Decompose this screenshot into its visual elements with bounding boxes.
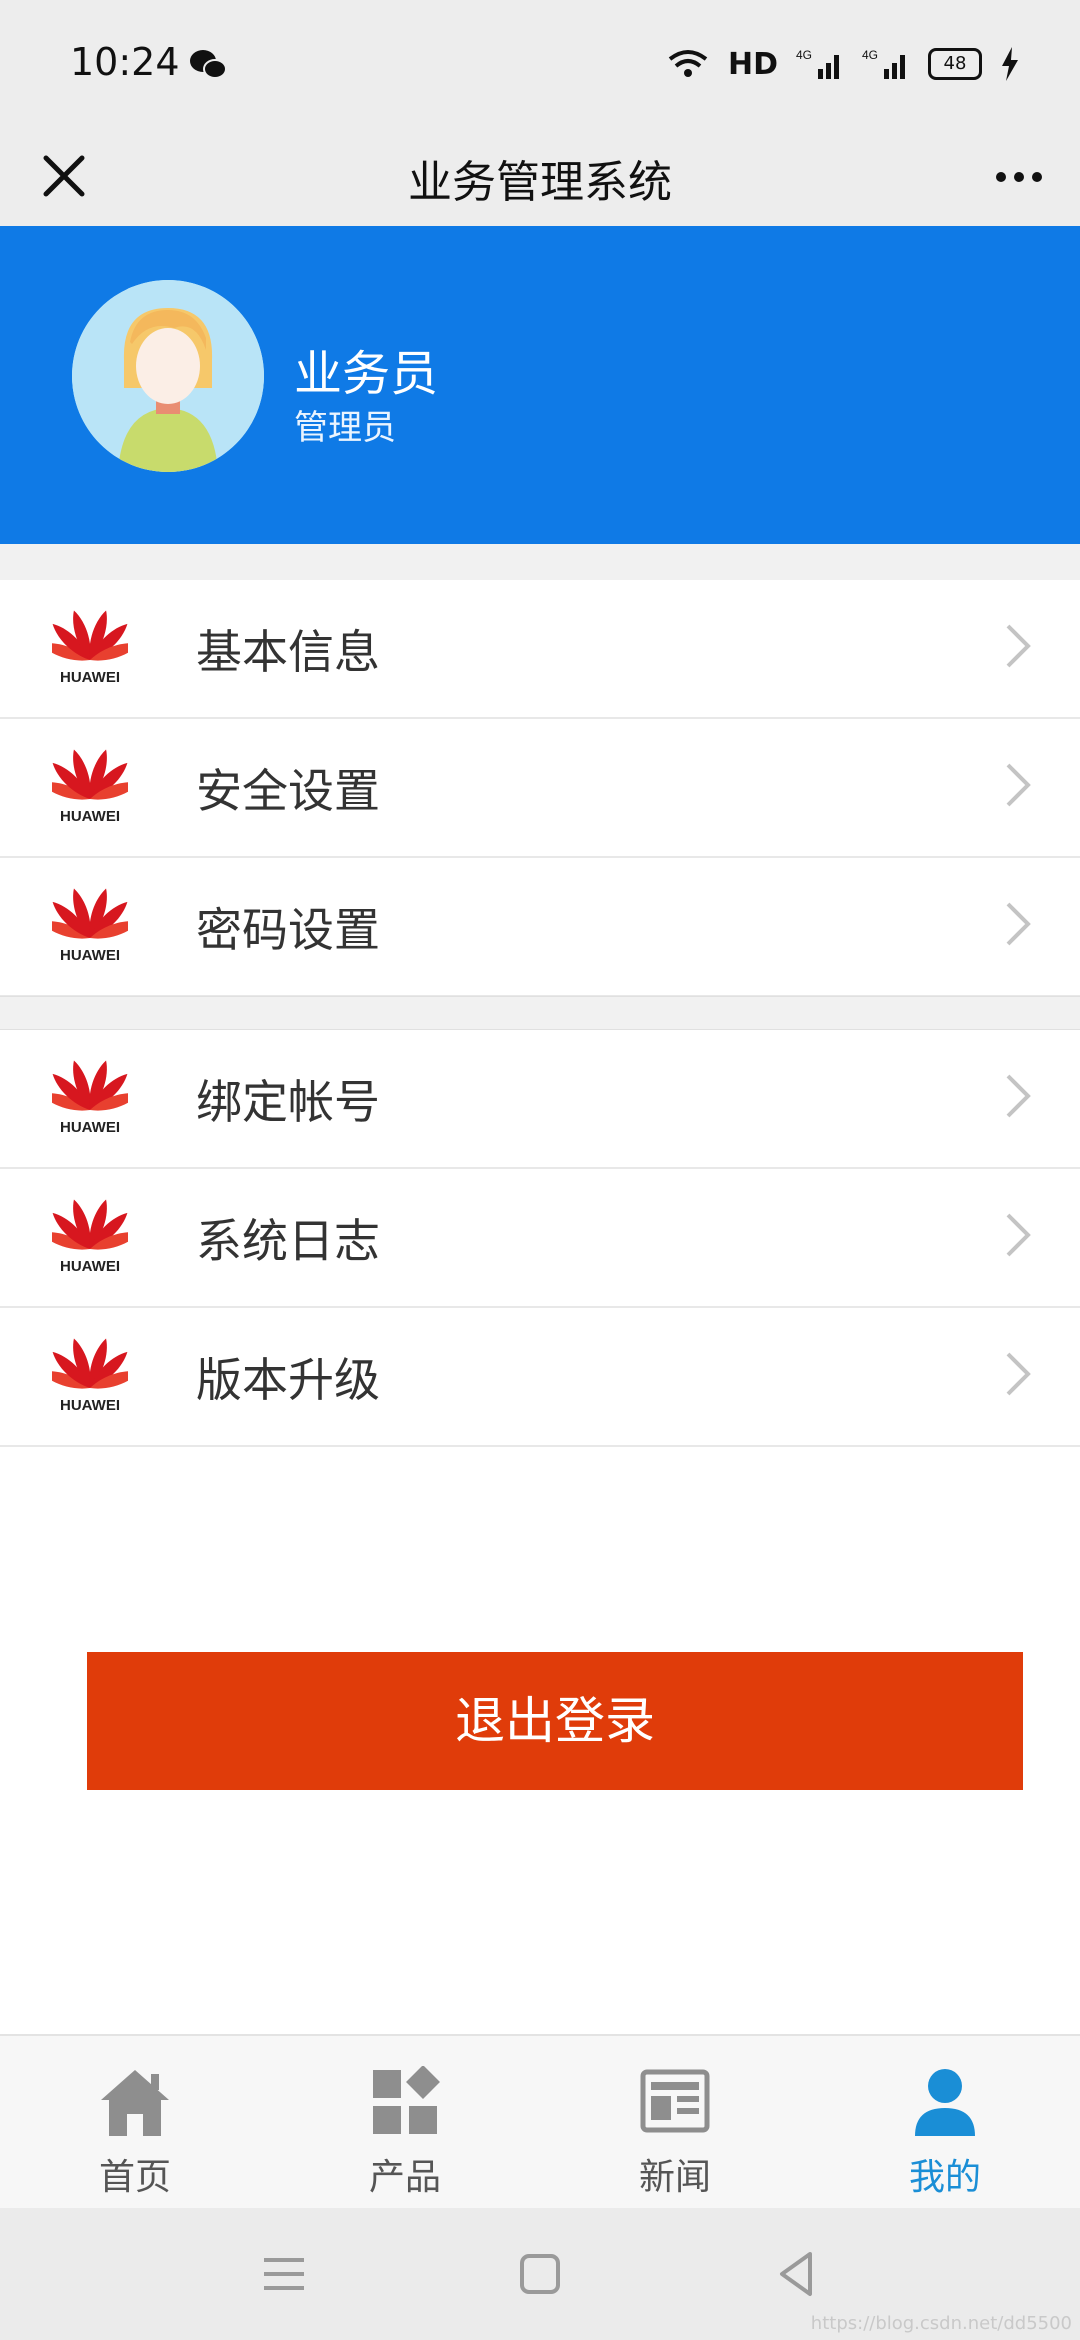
chevron-right-icon	[1006, 902, 1031, 946]
svg-text:4G: 4G	[796, 48, 812, 62]
huawei-logo: HUAWEI	[52, 749, 128, 825]
chevron-right-icon	[1006, 1213, 1031, 1257]
avatar-illustration	[72, 280, 264, 472]
menu-item-bind-account[interactable]: HUAWEI 绑定帐号	[0, 1030, 1080, 1169]
menu-item-version-upgrade[interactable]: HUAWEI 版本升级	[0, 1308, 1080, 1447]
bottom-tab-bar: 首页 产品 新闻 我的	[0, 2034, 1080, 2210]
grid-icon	[373, 2066, 440, 2134]
tab-label: 我的	[908, 2157, 981, 2198]
section-divider	[0, 996, 1080, 1030]
title-bar: 业务管理系统	[0, 128, 1080, 227]
system-nav-bar: https://blog.csdn.net/dd5500	[0, 2208, 1080, 2340]
wifi-icon	[668, 50, 708, 77]
status-bar: 10:24 HD 4G 4G 48	[0, 0, 1080, 128]
chevron-right-icon	[1006, 763, 1031, 807]
logo-text: HUAWEI	[60, 1258, 120, 1275]
logo-text: HUAWEI	[60, 947, 120, 964]
logo-text: HUAWEI	[60, 1119, 120, 1136]
huawei-logo: HUAWEI	[52, 610, 128, 686]
menu-item-basic-info[interactable]: HUAWEI 基本信息	[0, 580, 1080, 719]
tab-label: 新闻	[638, 2157, 711, 2198]
home-square-icon[interactable]	[512, 2246, 568, 2302]
menu-item-label: 基本信息	[196, 624, 380, 679]
logo-text: HUAWEI	[60, 808, 120, 825]
menu-item-security[interactable]: HUAWEI 安全设置	[0, 719, 1080, 858]
menu-item-label: 密码设置	[196, 902, 380, 957]
huawei-logo: HUAWEI	[52, 888, 128, 964]
user-icon	[915, 2069, 975, 2136]
back-triangle-icon[interactable]	[770, 2246, 826, 2302]
logout-button[interactable]: 退出登录	[87, 1652, 1023, 1790]
logo-text: HUAWEI	[60, 669, 120, 686]
tab-label: 首页	[98, 2157, 171, 2198]
signal-4g-icon: 4G	[796, 48, 839, 79]
charging-icon	[1002, 47, 1018, 81]
news-icon	[640, 2069, 710, 2133]
chevron-right-icon	[1006, 1352, 1031, 1396]
huawei-logo: HUAWEI	[52, 1199, 128, 1275]
chevron-right-icon	[1006, 624, 1031, 668]
tab-label: 产品	[368, 2157, 441, 2198]
profile-header: 业务员 管理员	[0, 226, 1080, 544]
menu-item-system-log[interactable]: HUAWEI 系统日志	[0, 1169, 1080, 1308]
avatar[interactable]	[72, 280, 264, 472]
svg-text:4G: 4G	[862, 48, 878, 62]
user-name: 业务员	[294, 346, 439, 402]
menu-group-system: HUAWEI 绑定帐号 HUAWEI 系统日志 HUAWEI 版本升级	[0, 1030, 1080, 1447]
network-type: HD	[727, 46, 778, 82]
wechat-icon	[190, 50, 227, 79]
logo-text: HUAWEI	[60, 1397, 120, 1414]
menu-item-label: 安全设置	[196, 763, 380, 818]
home-icon	[101, 2070, 169, 2136]
menu-item-label: 版本升级	[196, 1352, 380, 1407]
tab-products[interactable]: 产品	[270, 2036, 540, 2210]
huawei-logo: HUAWEI	[52, 1060, 128, 1136]
menu-icon[interactable]	[256, 2246, 312, 2302]
battery-icon: 48	[928, 48, 982, 80]
user-role: 管理员	[294, 408, 396, 448]
menu-group-account: HUAWEI 基本信息 HUAWEI 安全设置 HUAWEI 密码设置	[0, 580, 1080, 997]
status-icons: HD 4G 4G 48	[666, 42, 1020, 86]
menu-item-password[interactable]: HUAWEI 密码设置	[0, 858, 1080, 997]
status-time: 10:24	[70, 40, 180, 84]
chevron-right-icon	[1006, 1074, 1031, 1118]
watermark: https://blog.csdn.net/dd5500	[810, 2313, 1072, 2334]
menu-item-label: 绑定帐号	[196, 1074, 380, 1129]
tab-profile[interactable]: 我的	[810, 2036, 1080, 2210]
page-title: 业务管理系统	[408, 157, 672, 208]
more-icon[interactable]	[984, 142, 1054, 212]
section-divider	[0, 544, 1080, 580]
huawei-logo: HUAWEI	[52, 1338, 128, 1414]
tab-news[interactable]: 新闻	[540, 2036, 810, 2210]
menu-item-label: 系统日志	[196, 1213, 380, 1268]
tab-home[interactable]: 首页	[0, 2036, 270, 2210]
signal-4g-icon: 4G	[862, 48, 905, 79]
